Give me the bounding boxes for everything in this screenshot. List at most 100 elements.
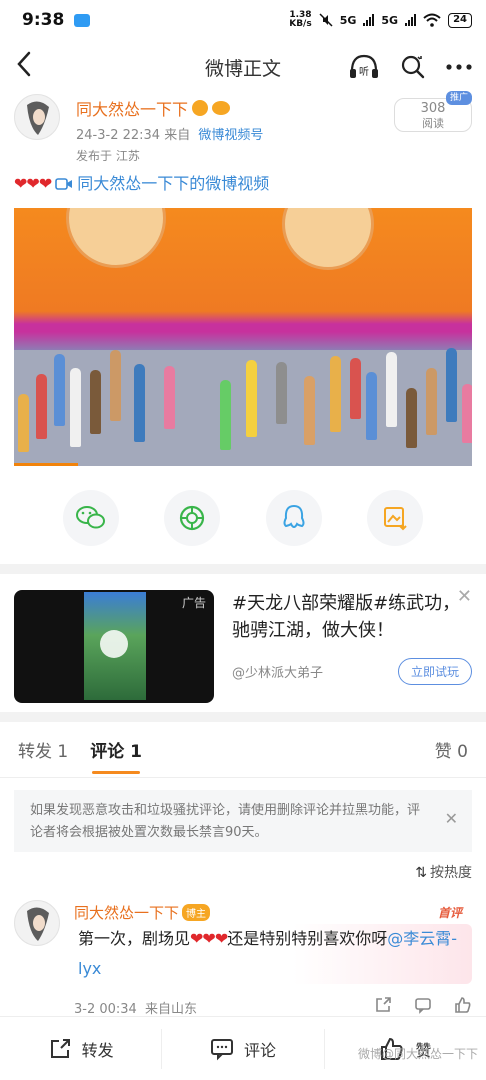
author-name[interactable]: 同大然怂一下下 (76, 96, 188, 120)
status-bar: 9:38 1.38 KB/s 5G 5G 24 (0, 0, 486, 40)
repost-icon (50, 1038, 70, 1058)
performer-figure (446, 348, 457, 422)
comment-item: 同大然怂一下下 博主 首评 第一次，剧场见❤❤❤还是特别特别喜欢你呀@李云霄-l… (0, 900, 486, 1034)
tab-like[interactable]: 赞 0 (435, 737, 468, 762)
signal-icon (363, 14, 375, 26)
sort-icon: ⇅ (415, 865, 427, 881)
network-type-2: 5G (381, 13, 399, 27)
comment-time: 3-2 00:34 (74, 1002, 137, 1017)
video-progress-bar[interactable] (14, 463, 79, 466)
commenter-avatar-image (27, 907, 49, 941)
share-moments-button[interactable] (164, 490, 221, 546)
video-player[interactable] (14, 208, 472, 466)
network-type-1: 5G (339, 13, 357, 27)
share-row (0, 490, 486, 546)
first-comment-tag: 首评 (437, 906, 462, 920)
comment-text-end: 还是特别特别喜欢你呀 (227, 929, 388, 948)
back-button[interactable] (14, 51, 44, 83)
ad-close-icon[interactable]: ✕ (457, 586, 472, 607)
mute-icon (319, 13, 333, 27)
comment-meta: 3-2 00:34 来自山东 (74, 998, 197, 1017)
post-date: 24-3-2 22:34 (76, 128, 161, 143)
stage-floor (14, 350, 472, 466)
image-save-icon (384, 507, 407, 531)
ad-sponsor[interactable]: @少林派大弟子 (232, 662, 323, 681)
author-name-row[interactable]: 同大然怂一下下 (76, 96, 231, 120)
chevron-left-icon (17, 51, 31, 77)
svg-text:听: 听 (359, 66, 369, 78)
performer-figure (350, 358, 361, 419)
share-icon[interactable] (374, 996, 392, 1014)
ad-try-button[interactable]: 立即试玩 (397, 658, 472, 685)
sort-label: 按热度 (430, 865, 472, 881)
bottom-comment-button[interactable]: 评论 (162, 1028, 325, 1069)
video-link[interactable]: 同大然怂一下下的微博视频 (77, 173, 269, 195)
commenter-avatar[interactable] (14, 900, 60, 946)
performer-figure (18, 394, 29, 452)
performer-figure (276, 362, 287, 424)
performer-figure (36, 374, 47, 439)
section-divider (0, 564, 486, 574)
commenter-name-row[interactable]: 同大然怂一下下 博主 (74, 902, 211, 923)
section-divider-2 (0, 712, 486, 722)
post-location: 发布于 江苏 (76, 149, 140, 163)
wifi-icon (423, 13, 441, 27)
more-icon[interactable] (446, 63, 472, 71)
battery-indicator: 24 (448, 12, 472, 28)
cloud-icon (74, 13, 91, 27)
performer-figure (70, 368, 81, 447)
tab-comment[interactable]: 评论 1 (90, 737, 142, 774)
performer-figure (304, 376, 315, 445)
ad-video-thumb[interactable]: 广告 (14, 590, 214, 703)
comment-hearts: ❤❤❤ (190, 929, 228, 948)
commenter-name[interactable]: 同大然怂一下下 (74, 902, 179, 923)
wechat-icon (75, 506, 105, 529)
nav-actions: 听 (348, 53, 472, 81)
nav-bar: 微博正文 听 (0, 40, 486, 94)
performer-figure (386, 352, 397, 427)
performer-figure (406, 388, 417, 448)
read-count-badge[interactable]: 308 阅读 推广 (394, 91, 472, 132)
notice-close-icon[interactable]: ✕ (445, 808, 458, 830)
performer-figure (246, 360, 257, 437)
share-qq-button[interactable] (265, 490, 322, 546)
share-wechat-button[interactable] (62, 490, 119, 546)
fan-badge-icon (212, 101, 231, 115)
post-source-link[interactable]: 微博视频号 (198, 128, 263, 143)
reply-icon[interactable] (414, 996, 432, 1014)
ad-label: 广告 (181, 596, 206, 610)
ad-card[interactable]: 广告 #天龙八部荣耀版#练武功，驰骋江湖，做大侠！ @少林派大弟子 立即试玩 ✕ (0, 574, 486, 712)
performer-figure (220, 380, 231, 450)
bottom-repost-label: 转发 (81, 1040, 114, 1060)
video-camera-icon (55, 178, 73, 190)
comment-text-start: 第一次，剧场见 (78, 929, 191, 948)
performer-figure (462, 384, 472, 443)
tab-repost[interactable]: 转发 1 (18, 737, 68, 762)
search-icon[interactable] (400, 54, 426, 80)
performer-figure (366, 372, 377, 440)
author-tag: 博主 (182, 904, 211, 921)
performer-figure (426, 368, 437, 435)
read-label: 阅读 (422, 117, 444, 130)
source-prefix: 来自 (164, 128, 191, 143)
stage-decor-right (282, 208, 374, 270)
bottom-comment-label: 评论 (243, 1040, 276, 1060)
sort-toggle[interactable]: ⇅ 按热度 (0, 860, 486, 886)
save-image-button[interactable] (367, 490, 424, 546)
comment-from: 来自山东 (144, 1002, 197, 1017)
member-badge-icon (192, 100, 209, 116)
comment-actions (374, 996, 472, 1014)
play-icon (100, 630, 128, 658)
performer-figure (90, 370, 101, 434)
heart-emojis: ❤❤❤ (14, 174, 52, 193)
bottom-repost-button[interactable]: 转发 (0, 1028, 163, 1069)
notice-text: 如果发现恶意攻击和垃圾骚扰评论，请使用删除评论并拉黑功能，评论者将会根据被处置次… (30, 803, 421, 840)
thumb-up-icon[interactable] (454, 996, 472, 1014)
performer-figure (110, 350, 121, 421)
author-avatar[interactable] (14, 94, 60, 140)
status-indicators: 1.38 KB/s 5G 5G 24 (289, 11, 472, 29)
listen-icon[interactable]: 听 (348, 53, 380, 81)
performer-figure (164, 366, 175, 429)
post-text: ❤❤❤ 同大然怂一下下的微博视频 (0, 172, 486, 196)
watermark: 微博@同大然怂一下下 (357, 1047, 478, 1061)
